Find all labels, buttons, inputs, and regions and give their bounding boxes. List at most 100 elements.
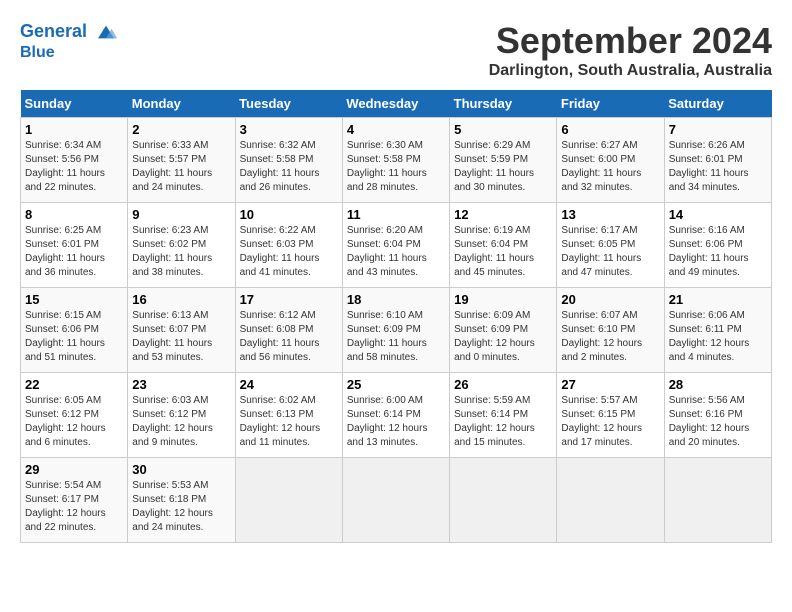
day-number: 10: [240, 207, 338, 222]
day-header-monday: Monday: [128, 90, 235, 118]
day-detail: Sunrise: 6:00 AMSunset: 6:14 PMDaylight:…: [347, 394, 445, 450]
day-detail: Sunrise: 6:20 AMSunset: 6:04 PMDaylight:…: [347, 224, 445, 280]
day-number: 26: [454, 377, 552, 392]
calendar-cell: [664, 458, 771, 543]
day-header-sunday: Sunday: [21, 90, 128, 118]
calendar-week-row: 29Sunrise: 5:54 AMSunset: 6:17 PMDayligh…: [21, 458, 772, 543]
title-area: September 2024 Darlington, South Austral…: [489, 20, 772, 80]
day-detail: Sunrise: 6:10 AMSunset: 6:09 PMDaylight:…: [347, 309, 445, 365]
calendar-cell: 2Sunrise: 6:33 AMSunset: 5:57 PMDaylight…: [128, 118, 235, 203]
day-detail: Sunrise: 6:33 AMSunset: 5:57 PMDaylight:…: [132, 139, 230, 195]
day-detail: Sunrise: 6:27 AMSunset: 6:00 PMDaylight:…: [561, 139, 659, 195]
day-number: 22: [25, 377, 123, 392]
day-header-friday: Friday: [557, 90, 664, 118]
day-detail: Sunrise: 6:32 AMSunset: 5:58 PMDaylight:…: [240, 139, 338, 195]
calendar-header-row: SundayMondayTuesdayWednesdayThursdayFrid…: [21, 90, 772, 118]
day-number: 19: [454, 292, 552, 307]
day-number: 24: [240, 377, 338, 392]
logo-blue: Blue: [20, 44, 118, 62]
day-number: 5: [454, 122, 552, 137]
day-detail: Sunrise: 6:25 AMSunset: 6:01 PMDaylight:…: [25, 224, 123, 280]
calendar-cell: 21 Sunrise: 6:06 AMSunset: 6:11 PMDayligh…: [664, 288, 771, 373]
day-detail: Sunrise: 6:30 AMSunset: 5:58 PMDaylight:…: [347, 139, 445, 195]
calendar-cell: 15 Sunrise: 6:15 AMSunset: 6:06 PMDayligh…: [21, 288, 128, 373]
day-detail: Sunrise: 6:29 AMSunset: 5:59 PMDaylight:…: [454, 139, 552, 195]
day-number: 7: [669, 122, 767, 137]
day-number: 8: [25, 207, 123, 222]
day-detail: Sunrise: 6:09 AMSunset: 6:09 PMDaylight:…: [454, 309, 552, 365]
calendar-cell: 8 Sunrise: 6:25 AMSunset: 6:01 PMDaylight…: [21, 203, 128, 288]
day-number: 1: [25, 122, 123, 137]
day-detail: Sunrise: 6:15 AMSunset: 6:06 PMDaylight:…: [25, 309, 123, 365]
calendar-week-row: 15 Sunrise: 6:15 AMSunset: 6:06 PMDayligh…: [21, 288, 772, 373]
calendar-cell: 24Sunrise: 6:02 AMSunset: 6:13 PMDayligh…: [235, 373, 342, 458]
day-number: 30: [132, 462, 230, 477]
calendar-cell: 4 Sunrise: 6:30 AMSunset: 5:58 PMDaylight…: [342, 118, 449, 203]
calendar-cell: 20Sunrise: 6:07 AMSunset: 6:10 PMDayligh…: [557, 288, 664, 373]
calendar-cell: 27 Sunrise: 5:57 AMSunset: 6:15 PMDayligh…: [557, 373, 664, 458]
day-number: 28: [669, 377, 767, 392]
calendar-cell: 16 Sunrise: 6:13 AMSunset: 6:07 PMDayligh…: [128, 288, 235, 373]
day-detail: Sunrise: 6:34 AMSunset: 5:56 PMDaylight:…: [25, 139, 123, 195]
day-detail: Sunrise: 6:19 AMSunset: 6:04 PMDaylight:…: [454, 224, 552, 280]
calendar-cell: 23 Sunrise: 6:03 AMSunset: 6:12 PMDayligh…: [128, 373, 235, 458]
calendar-cell: 29Sunrise: 5:54 AMSunset: 6:17 PMDayligh…: [21, 458, 128, 543]
calendar-cell: 1 Sunrise: 6:34 AMSunset: 5:56 PMDaylight…: [21, 118, 128, 203]
logo: General Blue: [20, 20, 118, 62]
day-number: 12: [454, 207, 552, 222]
location-title: Darlington, South Australia, Australia: [489, 62, 772, 80]
day-number: 16: [132, 292, 230, 307]
day-number: 6: [561, 122, 659, 137]
calendar-cell: 22 Sunrise: 6:05 AMSunset: 6:12 PMDayligh…: [21, 373, 128, 458]
day-detail: Sunrise: 6:12 AMSunset: 6:08 PMDaylight:…: [240, 309, 338, 365]
calendar-cell: [450, 458, 557, 543]
logo-text: General: [20, 20, 118, 44]
day-detail: Sunrise: 6:05 AMSunset: 6:12 PMDaylight:…: [25, 394, 123, 450]
day-number: 17: [240, 292, 338, 307]
day-number: 11: [347, 207, 445, 222]
day-detail: Sunrise: 5:54 AMSunset: 6:17 PMDaylight:…: [25, 479, 123, 535]
day-detail: Sunrise: 6:06 AMSunset: 6:11 PMDaylight:…: [669, 309, 767, 365]
calendar-table: SundayMondayTuesdayWednesdayThursdayFrid…: [20, 90, 772, 543]
calendar-cell: 26Sunrise: 5:59 AMSunset: 6:14 PMDayligh…: [450, 373, 557, 458]
day-number: 21: [669, 292, 767, 307]
day-header-tuesday: Tuesday: [235, 90, 342, 118]
calendar-week-row: 8 Sunrise: 6:25 AMSunset: 6:01 PMDaylight…: [21, 203, 772, 288]
calendar-cell: 6 Sunrise: 6:27 AMSunset: 6:00 PMDaylight…: [557, 118, 664, 203]
day-detail: Sunrise: 5:57 AMSunset: 6:15 PMDaylight:…: [561, 394, 659, 450]
day-detail: Sunrise: 6:17 AMSunset: 6:05 PMDaylight:…: [561, 224, 659, 280]
calendar-cell: 17 Sunrise: 6:12 AMSunset: 6:08 PMDayligh…: [235, 288, 342, 373]
day-number: 4: [347, 122, 445, 137]
day-number: 23: [132, 377, 230, 392]
calendar-cell: 18 Sunrise: 6:10 AMSunset: 6:09 PMDayligh…: [342, 288, 449, 373]
day-number: 18: [347, 292, 445, 307]
calendar-cell: 13 Sunrise: 6:17 AMSunset: 6:05 PMDayligh…: [557, 203, 664, 288]
calendar-week-row: 1 Sunrise: 6:34 AMSunset: 5:56 PMDaylight…: [21, 118, 772, 203]
day-detail: Sunrise: 6:16 AMSunset: 6:06 PMDaylight:…: [669, 224, 767, 280]
calendar-cell: 12 Sunrise: 6:19 AMSunset: 6:04 PMDayligh…: [450, 203, 557, 288]
calendar-cell: 10 Sunrise: 6:22 AMSunset: 6:03 PMDayligh…: [235, 203, 342, 288]
day-detail: Sunrise: 6:13 AMSunset: 6:07 PMDaylight:…: [132, 309, 230, 365]
day-detail: Sunrise: 6:22 AMSunset: 6:03 PMDaylight:…: [240, 224, 338, 280]
calendar-cell: 11 Sunrise: 6:20 AMSunset: 6:04 PMDayligh…: [342, 203, 449, 288]
day-number: 9: [132, 207, 230, 222]
day-number: 27: [561, 377, 659, 392]
header: General Blue September 2024 Darlington, …: [20, 20, 772, 80]
calendar-cell: 25 Sunrise: 6:00 AMSunset: 6:14 PMDayligh…: [342, 373, 449, 458]
day-detail: Sunrise: 6:03 AMSunset: 6:12 PMDaylight:…: [132, 394, 230, 450]
day-header-saturday: Saturday: [664, 90, 771, 118]
day-number: 15: [25, 292, 123, 307]
day-number: 13: [561, 207, 659, 222]
day-header-wednesday: Wednesday: [342, 90, 449, 118]
calendar-cell: 30Sunrise: 5:53 AMSunset: 6:18 PMDayligh…: [128, 458, 235, 543]
calendar-cell: 5 Sunrise: 6:29 AMSunset: 5:59 PMDaylight…: [450, 118, 557, 203]
calendar-cell: [235, 458, 342, 543]
day-detail: Sunrise: 6:26 AMSunset: 6:01 PMDaylight:…: [669, 139, 767, 195]
day-number: 25: [347, 377, 445, 392]
month-title: September 2024: [489, 20, 772, 62]
day-number: 14: [669, 207, 767, 222]
calendar-week-row: 22 Sunrise: 6:05 AMSunset: 6:12 PMDayligh…: [21, 373, 772, 458]
day-detail: Sunrise: 5:56 AMSunset: 6:16 PMDaylight:…: [669, 394, 767, 450]
day-number: 20: [561, 292, 659, 307]
calendar-cell: 7 Sunrise: 6:26 AMSunset: 6:01 PMDaylight…: [664, 118, 771, 203]
